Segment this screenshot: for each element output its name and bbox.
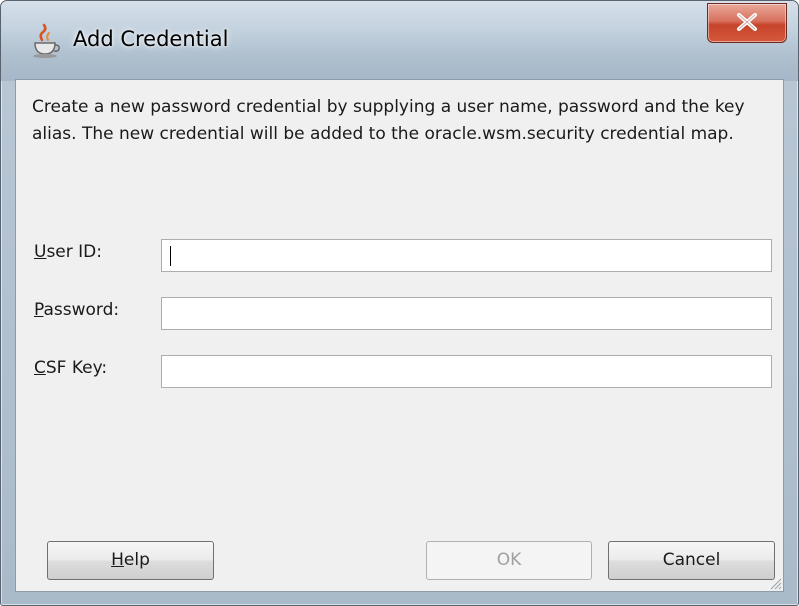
ok-button[interactable]: OK <box>426 541 592 580</box>
help-button[interactable]: Help <box>47 541 214 580</box>
dialog-body: Create a new password credential by supp… <box>15 79 784 592</box>
csf-key-label: CSF Key: <box>34 358 108 378</box>
cancel-button[interactable]: Cancel <box>608 541 775 580</box>
user-id-input[interactable] <box>161 239 772 272</box>
resize-grip-icon[interactable] <box>768 576 782 590</box>
user-id-label: User ID: <box>34 242 102 262</box>
password-input[interactable] <box>161 297 772 330</box>
close-icon <box>737 13 757 31</box>
password-label: Password: <box>34 300 120 320</box>
add-credential-dialog: Add Credential Create a new password cre… <box>0 0 799 606</box>
title-bar[interactable]: Add Credential <box>1 1 798 81</box>
window-title: Add Credential <box>73 27 229 51</box>
text-caret <box>170 246 171 266</box>
close-button[interactable] <box>707 3 787 43</box>
csf-key-input[interactable] <box>161 355 772 388</box>
description-text: Create a new password credential by supp… <box>32 97 745 144</box>
java-cup-icon <box>29 23 63 59</box>
